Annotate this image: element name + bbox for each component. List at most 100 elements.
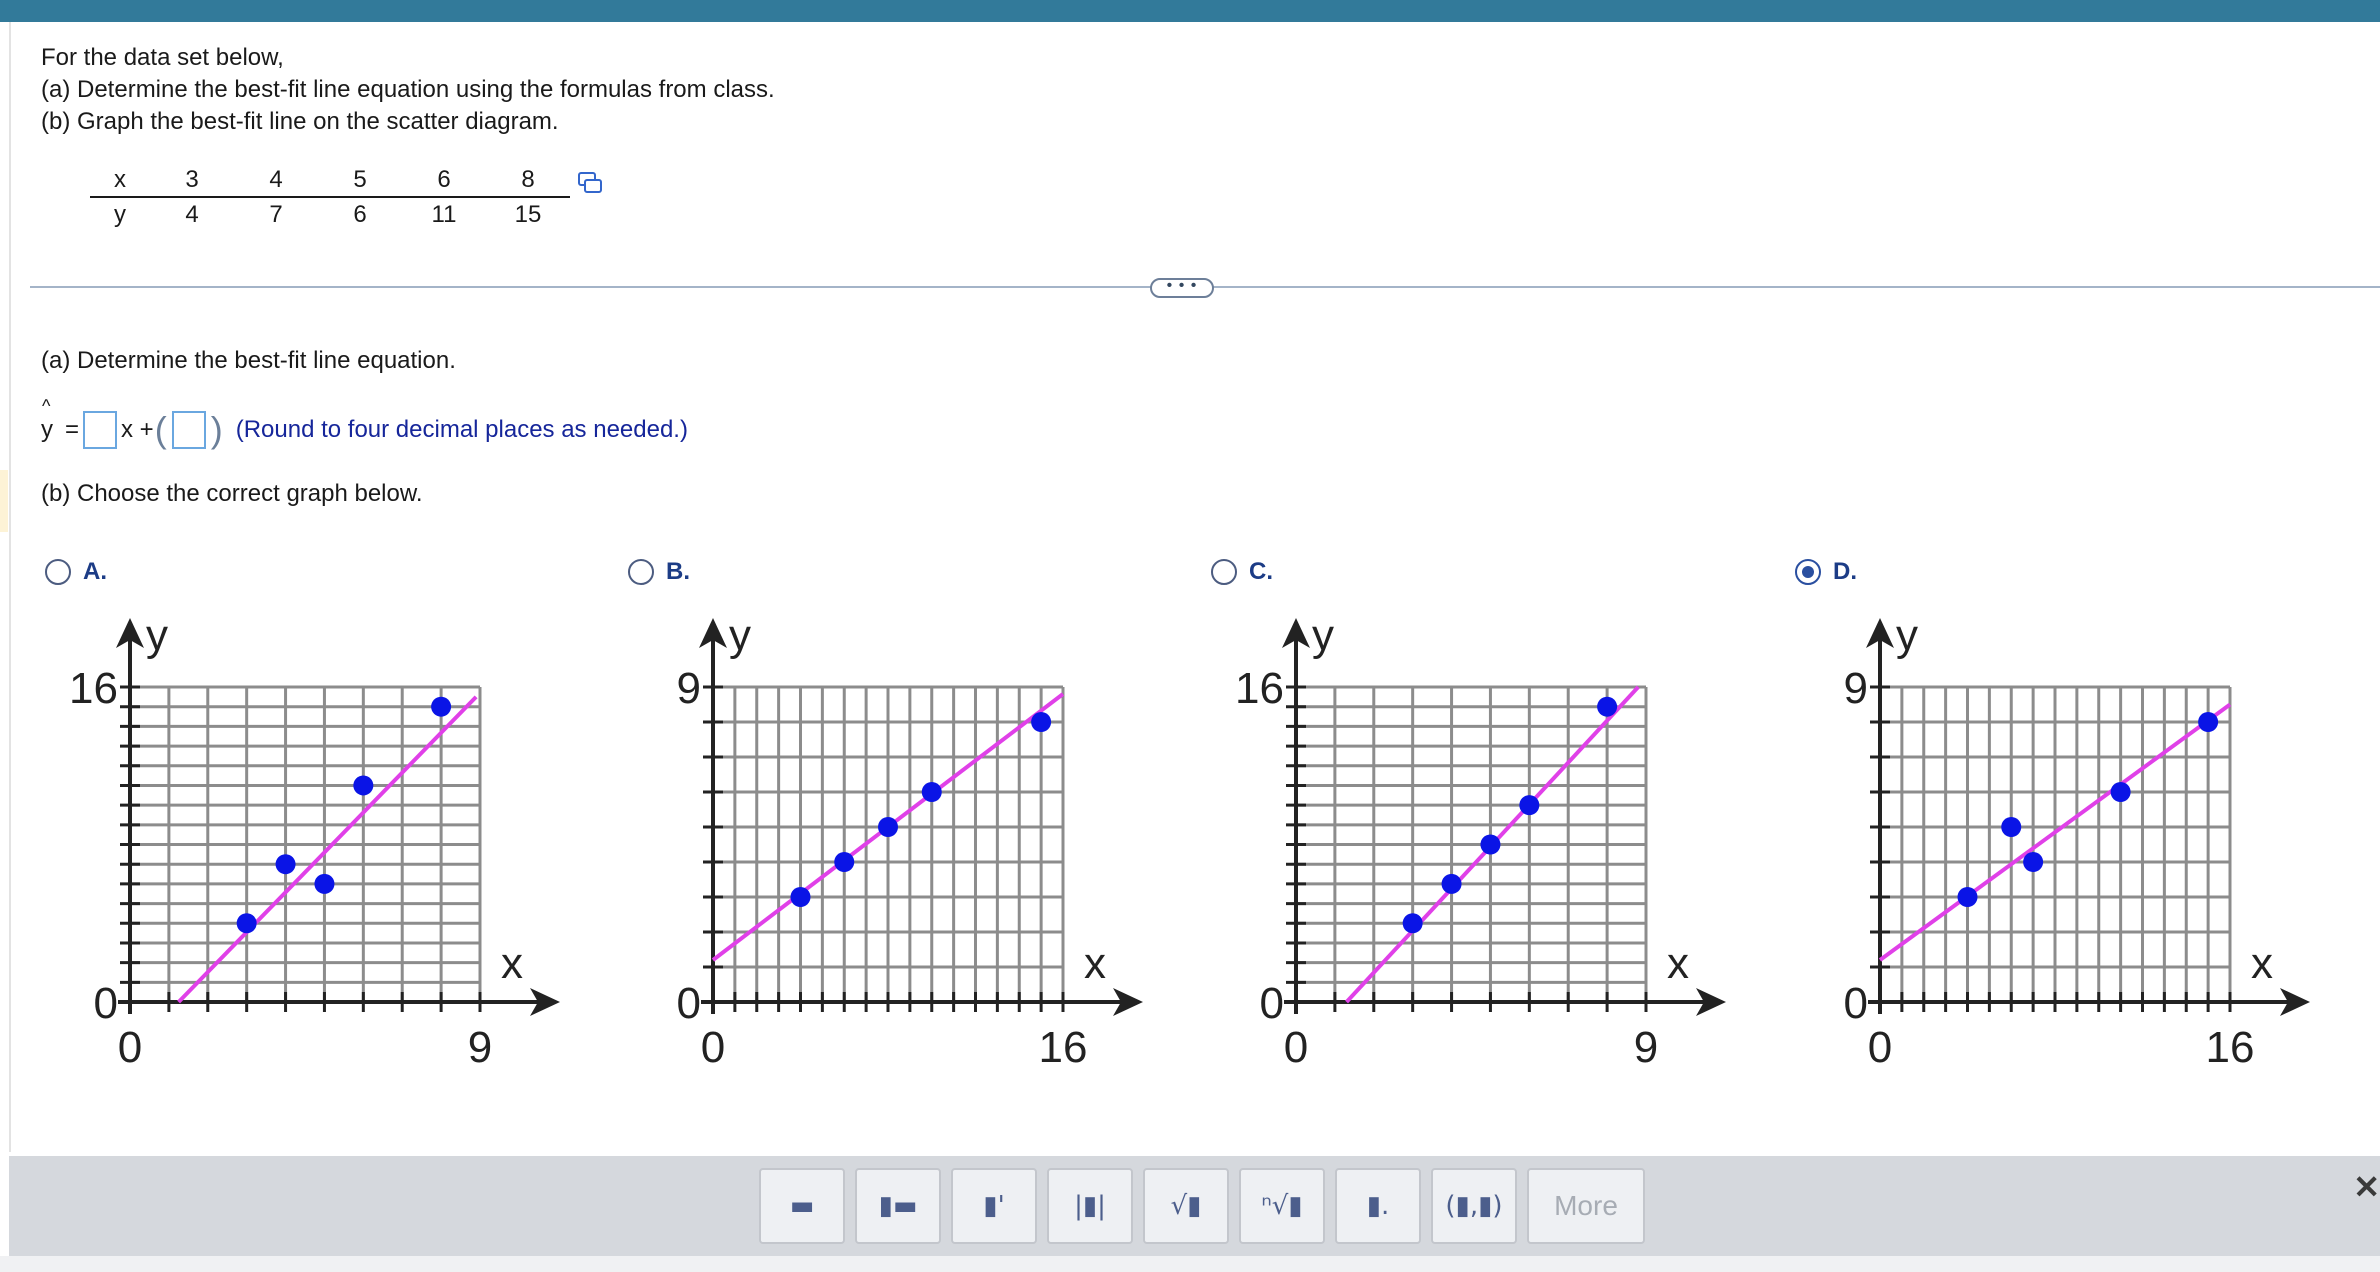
exponent-icon: ▮'	[983, 1191, 1005, 1221]
option-d-radio[interactable]	[1795, 559, 1821, 585]
option-c-label: C.	[1249, 558, 1273, 585]
nth-root-button[interactable]: ⁿ√▮	[1239, 1168, 1325, 1244]
fraction-button[interactable]: ▬	[759, 1168, 845, 1244]
equation-row: ^ y = x + ( ) (Round to four decimal pla…	[41, 396, 688, 452]
data-table-y-row: y 4 7 6 11 15	[90, 197, 570, 231]
equals-sign: =	[65, 416, 80, 443]
option-b-radio[interactable]	[628, 559, 654, 585]
question-line-1: For the data set below,	[41, 44, 284, 71]
data-point	[834, 852, 855, 872]
part-a-heading: (a) Determine the best-fit line equation…	[41, 347, 456, 374]
option-a-label: A.	[83, 558, 107, 585]
data-point	[275, 854, 296, 875]
question-text: For the data set below, (a) Determine th…	[41, 42, 775, 138]
data-point	[1441, 873, 1462, 894]
slope-input[interactable]	[83, 411, 118, 449]
data-table: x 3 4 5 6 8 y 4 7 6 11 15	[90, 163, 570, 231]
x-tick-label-min: 0	[118, 1023, 142, 1072]
data-point	[431, 696, 452, 717]
expand-more-button[interactable]: • • •	[1150, 278, 1214, 298]
data-point	[2001, 817, 2022, 837]
y-letter: y	[41, 416, 53, 443]
more-button[interactable]: More	[1527, 1168, 1645, 1244]
option-c-radio[interactable]	[1211, 559, 1237, 585]
x-axis-label: x	[1084, 939, 1106, 988]
subscript-button[interactable]: ▮.	[1335, 1168, 1421, 1244]
rounding-hint: (Round to four decimal places as needed.…	[235, 416, 688, 443]
close-icon[interactable]: ✕	[2353, 1168, 2380, 1206]
square-root-button[interactable]: √▮	[1143, 1168, 1229, 1244]
y-axis-label: y	[729, 611, 751, 660]
x-tick-label-max: 9	[1634, 1023, 1658, 1072]
mixed-number-button[interactable]: ▮▬	[855, 1168, 941, 1244]
y-value: 11	[431, 200, 457, 228]
y-tick-label-min: 0	[1844, 979, 1868, 1028]
data-point	[2023, 852, 2044, 872]
option-a-radio[interactable]	[45, 559, 71, 585]
option-a[interactable]: A.	[45, 558, 107, 586]
close-paren: )	[210, 409, 223, 450]
toolbar-buttons: ▬ ▮▬ ▮' |▮| √▮ ⁿ√▮ ▮. (▮,▮) More	[759, 1168, 1645, 1244]
graph-b: y x 9 00 16	[677, 611, 1143, 1072]
question-line-3: (b) Graph the best-fit line on the scatt…	[41, 108, 559, 135]
fraction-icon: ▬	[789, 1191, 815, 1221]
bottom-strip	[0, 1256, 2380, 1272]
x-tick-label-min: 0	[701, 1023, 725, 1072]
x-axis-label: x	[501, 939, 523, 988]
x-tick-label-max: 9	[468, 1023, 492, 1072]
x-axis-label: x	[2251, 939, 2273, 988]
data-point	[921, 782, 942, 802]
question-line-2: (a) Determine the best-fit line equation…	[41, 76, 775, 103]
y-tick-label-max: 16	[1235, 664, 1284, 713]
y-tick-label-min: 0	[1260, 979, 1284, 1028]
x-value: 3	[150, 163, 234, 198]
best-fit-line	[177, 695, 478, 1004]
x-value: 8	[486, 163, 570, 198]
y-tick-label-max: 9	[1844, 664, 1868, 713]
y-tick-label-max: 9	[677, 664, 701, 713]
hat-accent: ^	[42, 396, 51, 416]
graph-d: y x 9 00 16	[1844, 611, 2310, 1072]
x-tick-label-max: 16	[1039, 1023, 1088, 1072]
data-point	[790, 887, 811, 907]
y-tick-label-min: 0	[94, 979, 118, 1028]
absolute-value-icon: |▮|	[1074, 1191, 1106, 1221]
data-point	[2198, 712, 2219, 732]
option-c[interactable]: C.	[1211, 558, 1273, 586]
data-point	[2110, 782, 2131, 802]
x-plus-text: x +	[121, 416, 154, 443]
ordered-pair-button[interactable]: (▮,▮)	[1431, 1168, 1517, 1244]
left-accent-marker	[0, 470, 8, 532]
x-value: 6	[402, 163, 486, 198]
left-border	[9, 22, 11, 1152]
top-header-bar	[0, 0, 2380, 22]
y-axis-label: y	[146, 611, 168, 660]
option-d[interactable]: D.	[1795, 558, 1857, 586]
intercept-input[interactable]	[171, 411, 206, 449]
y-axis-label: y	[1312, 611, 1334, 660]
x-tick-label-min: 0	[1868, 1023, 1892, 1072]
absolute-value-button[interactable]: |▮|	[1047, 1168, 1133, 1244]
x-value: 5	[318, 163, 402, 198]
data-point	[1597, 696, 1618, 717]
nth-root-icon: ⁿ√▮	[1261, 1191, 1303, 1221]
x-header: x	[90, 163, 150, 198]
square-root-icon: √▮	[1170, 1191, 1202, 1221]
math-toolbar: ▬ ▮▬ ▮' |▮| √▮ ⁿ√▮ ▮. (▮,▮) More ✕	[9, 1156, 2380, 1256]
part-b-heading: (b) Choose the correct graph below.	[41, 480, 423, 507]
data-point	[236, 913, 257, 934]
exponent-button[interactable]: ▮'	[951, 1168, 1037, 1244]
y-tick-label-min: 0	[677, 979, 701, 1028]
data-point	[1402, 913, 1423, 934]
data-point	[1031, 712, 1052, 732]
y-header: y	[114, 200, 126, 228]
option-d-label: D.	[1833, 558, 1857, 585]
y-value: 4	[185, 200, 199, 228]
copy-table-icon[interactable]	[578, 172, 602, 194]
data-table-x-row: x 3 4 5 6 8	[90, 163, 570, 198]
x-tick-label-min: 0	[1284, 1023, 1308, 1072]
data-point	[353, 775, 374, 796]
option-b[interactable]: B.	[628, 558, 690, 586]
y-axis-label: y	[1896, 611, 1918, 660]
ordered-pair-icon: (▮,▮)	[1445, 1191, 1503, 1221]
